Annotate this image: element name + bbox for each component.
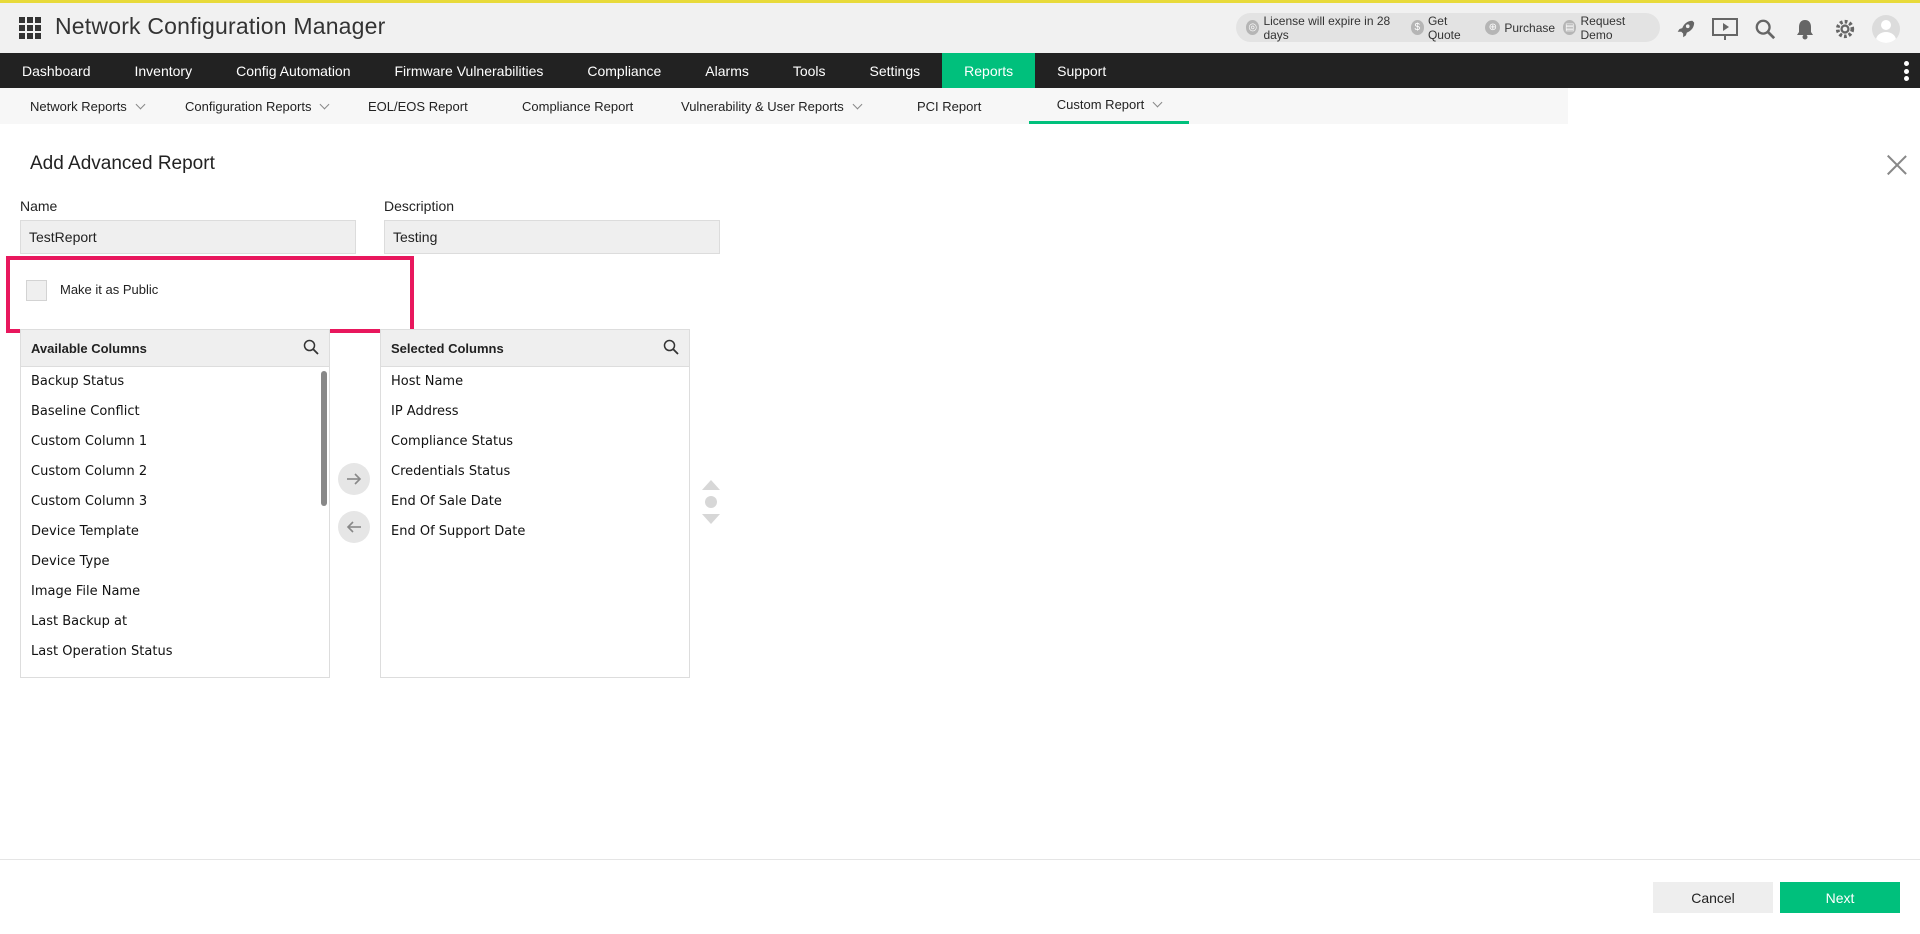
selected-columns-title: Selected Columns [391, 340, 504, 356]
available-columns-title: Available Columns [31, 340, 147, 356]
list-item[interactable]: Custom Column 2 [21, 457, 329, 487]
name-label: Name [20, 198, 58, 214]
reorder-control [700, 480, 722, 526]
move-down-icon[interactable] [702, 514, 720, 524]
get-quote-link[interactable]: $ Get Quote [1410, 13, 1478, 42]
bell-icon[interactable] [1792, 16, 1818, 42]
search-icon[interactable] [1752, 16, 1778, 42]
next-button[interactable]: Next [1780, 882, 1900, 913]
chevron-down-icon [852, 99, 863, 109]
reports-sub-nav: Network Reports Configuration Reports EO… [0, 88, 1568, 124]
dollar-icon: $ [1410, 20, 1424, 35]
nav-support[interactable]: Support [1035, 53, 1128, 88]
nav-firmware-vulnerabilities[interactable]: Firmware Vulnerabilities [373, 53, 566, 88]
subnav-label: Custom Report [1056, 97, 1145, 112]
gear-icon[interactable] [1832, 16, 1858, 42]
list-item[interactable]: Device Type [21, 547, 329, 577]
name-input[interactable]: TestReport [20, 220, 356, 254]
subnav-network-reports[interactable]: Network Reports [30, 88, 146, 124]
license-icon: ◎ [1246, 20, 1260, 35]
license-text: License will expire in 28 days [1263, 13, 1391, 42]
top-header: Network Configuration Manager ◎ License … [0, 0, 1920, 53]
make-public-label: Make it as Public [60, 282, 159, 297]
list-item[interactable]: Image File Name [21, 577, 329, 607]
search-icon[interactable] [663, 339, 679, 358]
available-columns-list[interactable]: Backup Status Baseline Conflict Custom C… [21, 367, 329, 677]
list-item[interactable]: Last Backup at [21, 607, 329, 637]
description-input[interactable]: Testing [384, 220, 720, 254]
subnav-label: Configuration Reports [185, 98, 312, 114]
subnav-pci-report[interactable]: PCI Report [917, 88, 981, 124]
list-item[interactable]: Custom Column 1 [21, 427, 329, 457]
more-menu-icon[interactable] [1904, 61, 1910, 81]
selected-columns-header: Selected Columns [381, 330, 689, 367]
cart-icon: ⊕ [1485, 20, 1501, 35]
list-item[interactable]: Host Name [381, 367, 689, 397]
list-item[interactable]: End Of Sale Date [381, 487, 689, 517]
cancel-button[interactable]: Cancel [1653, 882, 1773, 913]
footer-divider [0, 859, 1920, 860]
request-demo-link[interactable]: ▤ Request Demo [1563, 14, 1652, 42]
reorder-handle-icon[interactable] [705, 496, 717, 508]
list-item[interactable]: Last Operation Status [21, 637, 329, 667]
nav-reports[interactable]: Reports [942, 53, 1036, 88]
user-avatar[interactable] [1872, 15, 1900, 43]
presentation-icon[interactable] [1712, 16, 1738, 42]
request-demo-label: Request Demo [1580, 13, 1626, 42]
chevron-down-icon [135, 99, 146, 109]
available-columns-panel: Available Columns Backup Status Baseline… [20, 329, 330, 678]
list-item[interactable]: IP Address [381, 397, 689, 427]
license-expiry[interactable]: ◎ License will expire in 28 days [1246, 14, 1403, 42]
list-item[interactable]: Backup Status [21, 367, 329, 397]
demo-icon: ▤ [1563, 20, 1577, 35]
nav-inventory[interactable]: Inventory [113, 53, 215, 88]
nav-tools[interactable]: Tools [771, 53, 848, 88]
subnav-label: EOL/EOS Report [368, 98, 468, 114]
header-icons [1672, 15, 1900, 43]
subnav-configuration-reports[interactable]: Configuration Reports [185, 88, 330, 124]
purchase-label: Purchase [1504, 20, 1556, 35]
license-pill: ◎ License will expire in 28 days $ Get Q… [1236, 13, 1660, 42]
list-item[interactable]: Custom Column 3 [21, 487, 329, 517]
list-item[interactable]: End Of Support Date [381, 517, 689, 547]
selected-columns-list[interactable]: Host Name IP Address Compliance Status C… [381, 367, 689, 677]
subnav-eol-eos-report[interactable]: EOL/EOS Report [368, 88, 468, 124]
purchase-link[interactable]: ⊕ Purchase [1485, 20, 1555, 35]
search-icon[interactable] [303, 339, 319, 358]
apps-grid-icon[interactable] [19, 17, 41, 39]
subnav-vulnerability-user-reports[interactable]: Vulnerability & User Reports [681, 88, 863, 124]
subnav-label: PCI Report [917, 98, 982, 114]
move-right-button[interactable] [338, 463, 370, 495]
move-left-button[interactable] [338, 511, 370, 543]
move-up-icon[interactable] [702, 480, 720, 490]
chevron-down-icon [320, 99, 330, 109]
list-item[interactable]: Credentials Status [381, 457, 689, 487]
subnav-custom-report[interactable]: Custom Report [1029, 88, 1189, 124]
rocket-icon[interactable] [1672, 16, 1698, 42]
chevron-down-icon [1152, 97, 1163, 108]
get-quote-label: Get Quote [1427, 13, 1461, 42]
list-item[interactable]: Compliance Status [381, 427, 689, 457]
form-title: Add Advanced Report [30, 153, 215, 174]
selected-columns-panel: Selected Columns Host Name IP Address Co… [380, 329, 690, 678]
nav-compliance[interactable]: Compliance [565, 53, 683, 88]
subnav-label: Vulnerability & User Reports [681, 98, 844, 114]
nav-alarms[interactable]: Alarms [683, 53, 771, 88]
nav-settings[interactable]: Settings [848, 53, 943, 88]
app-title: Network Configuration Manager [55, 13, 386, 39]
make-public-checkbox[interactable] [26, 280, 47, 301]
available-columns-header: Available Columns [21, 330, 329, 367]
list-item[interactable]: Device Template [21, 517, 329, 547]
main-nav: Dashboard Inventory Config Automation Fi… [0, 53, 1920, 88]
subnav-compliance-report[interactable]: Compliance Report [522, 88, 633, 124]
scrollbar-thumb[interactable] [321, 371, 327, 506]
close-icon[interactable] [1886, 154, 1908, 176]
subnav-label: Network Reports [30, 98, 127, 114]
subnav-label: Compliance Report [522, 98, 634, 114]
nav-config-automation[interactable]: Config Automation [214, 53, 372, 88]
list-item[interactable]: Baseline Conflict [21, 397, 329, 427]
description-label: Description [384, 198, 455, 214]
nav-dashboard[interactable]: Dashboard [0, 53, 113, 88]
